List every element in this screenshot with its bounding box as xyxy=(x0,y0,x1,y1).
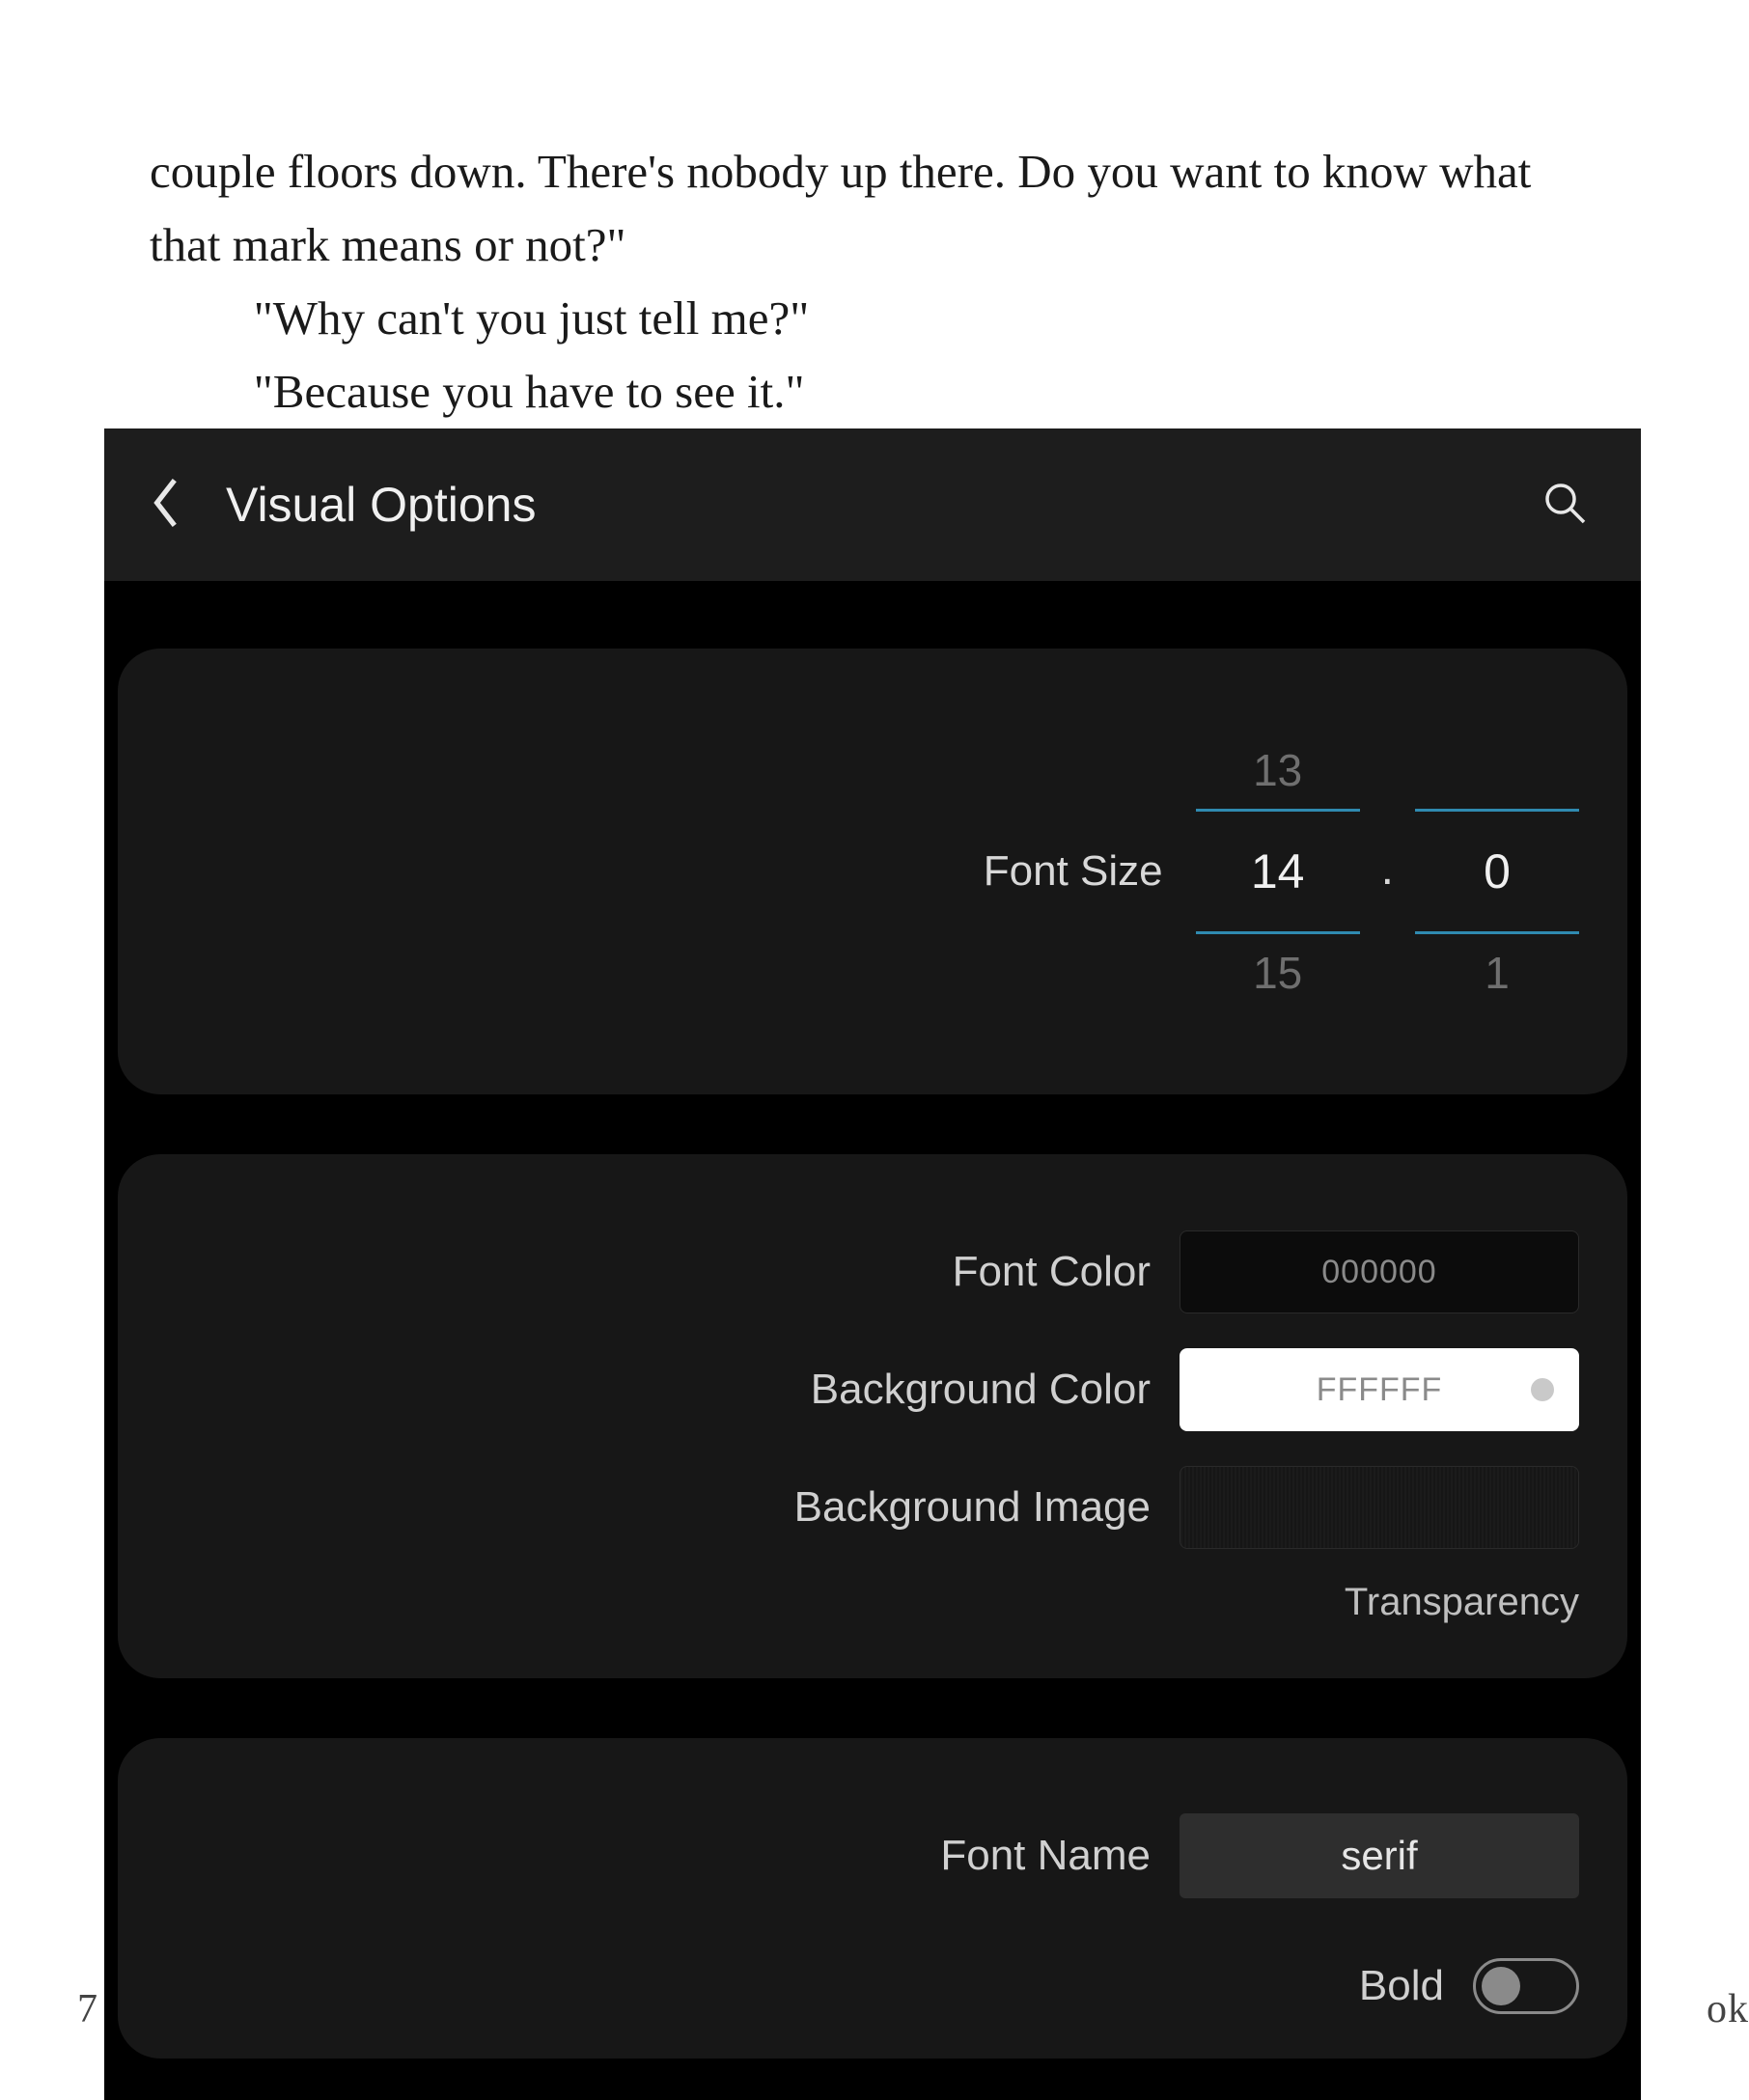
search-button[interactable] xyxy=(1531,471,1598,539)
font-name-label: Font Name xyxy=(940,1832,1151,1880)
bold-label: Bold xyxy=(1359,1962,1444,2010)
visual-options-panel: Visual Options Font Size 13 14 15 . xyxy=(104,428,1641,2100)
book-line-2: "Why can't you just tell me?" xyxy=(254,291,809,345)
bold-toggle[interactable] xyxy=(1473,1958,1579,2014)
background-image-label: Background Image xyxy=(794,1483,1151,1532)
font-name-value: serif xyxy=(1341,1833,1417,1879)
font-size-int-next: 15 xyxy=(1253,934,1302,1011)
font-size-label: Font Size xyxy=(984,847,1163,896)
font-color-swatch[interactable]: 000000 xyxy=(1180,1230,1579,1313)
book-line-3: "Because you have to see it." xyxy=(254,365,805,418)
font-size-dec-value: 0 xyxy=(1415,809,1579,934)
font-name-field[interactable]: serif xyxy=(1180,1813,1579,1898)
background-color-value: FFFFFF xyxy=(1317,1371,1443,1409)
background-color-label: Background Color xyxy=(811,1366,1151,1414)
chevron-left-icon xyxy=(152,478,182,533)
font-size-spinner-group: 13 14 15 . 0 1 xyxy=(1196,732,1579,1011)
background-image-swatch[interactable] xyxy=(1180,1466,1579,1549)
font-size-dec-next: 1 xyxy=(1485,934,1510,1011)
panel-header: Visual Options xyxy=(104,428,1641,581)
font-size-integer-spinner[interactable]: 13 14 15 xyxy=(1196,732,1360,1011)
colors-card: Font Color 000000 Background Color FFFFF… xyxy=(118,1154,1627,1678)
font-color-label: Font Color xyxy=(953,1248,1151,1296)
font-name-card: Font Name serif Bold xyxy=(118,1738,1627,2059)
font-size-separator: . xyxy=(1381,843,1394,901)
font-size-card: Font Size 13 14 15 . 0 1 xyxy=(118,649,1627,1094)
page-fragment-right: ok xyxy=(1707,1986,1749,2032)
transparency-label[interactable]: Transparency xyxy=(1345,1581,1579,1624)
background-color-swatch[interactable]: FFFFFF xyxy=(1180,1348,1579,1431)
font-size-decimal-spinner[interactable]: 0 1 xyxy=(1415,732,1579,1011)
search-icon xyxy=(1542,481,1587,530)
back-button[interactable] xyxy=(133,471,201,539)
panel-title: Visual Options xyxy=(226,477,1531,533)
font-color-value: 000000 xyxy=(1321,1254,1436,1291)
book-line-1: couple floors down. There's nobody up th… xyxy=(150,145,1531,271)
page-number-left: 7 xyxy=(77,1986,97,2032)
font-size-int-prev: 13 xyxy=(1253,732,1302,809)
font-size-int-value: 14 xyxy=(1196,809,1360,934)
